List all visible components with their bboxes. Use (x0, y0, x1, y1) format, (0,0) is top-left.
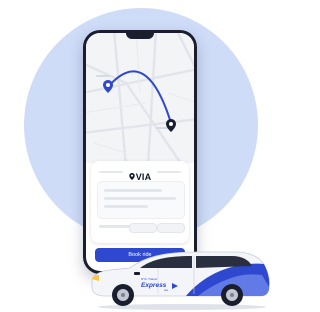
destination-pin-icon[interactable] (166, 119, 176, 132)
option-line (99, 225, 133, 228)
phone-screen: VIA Book ride (86, 33, 194, 271)
brand-divider-right (157, 171, 181, 173)
brand-name: VIA (135, 171, 152, 182)
phone-mockup: VIA Book ride (83, 30, 197, 274)
origin-pin-icon[interactable] (103, 80, 113, 93)
car-illustration: NYC Transit Express via (91, 251, 270, 310)
brand-logo: VIA (128, 171, 152, 182)
location-pin-icon (128, 173, 135, 180)
summary-line (104, 189, 162, 192)
rear-wheel (221, 284, 243, 306)
option-chip[interactable] (157, 223, 185, 233)
phone-notch (126, 33, 154, 39)
front-wheel (112, 284, 134, 306)
car-decal-name: Express (141, 282, 167, 289)
ride-details-card: VIA (91, 161, 189, 243)
option-chip[interactable] (129, 223, 157, 233)
summary-line (104, 197, 176, 200)
map-streets (86, 33, 194, 163)
car-decal-bottom: via (164, 288, 168, 292)
summary-line (104, 205, 148, 208)
map-view[interactable] (86, 33, 194, 163)
trip-summary (97, 181, 185, 219)
car-decal-top: NYC Transit (141, 277, 157, 281)
hero-illustration: VIA Book ride NYC Transit Express via (0, 0, 273, 312)
